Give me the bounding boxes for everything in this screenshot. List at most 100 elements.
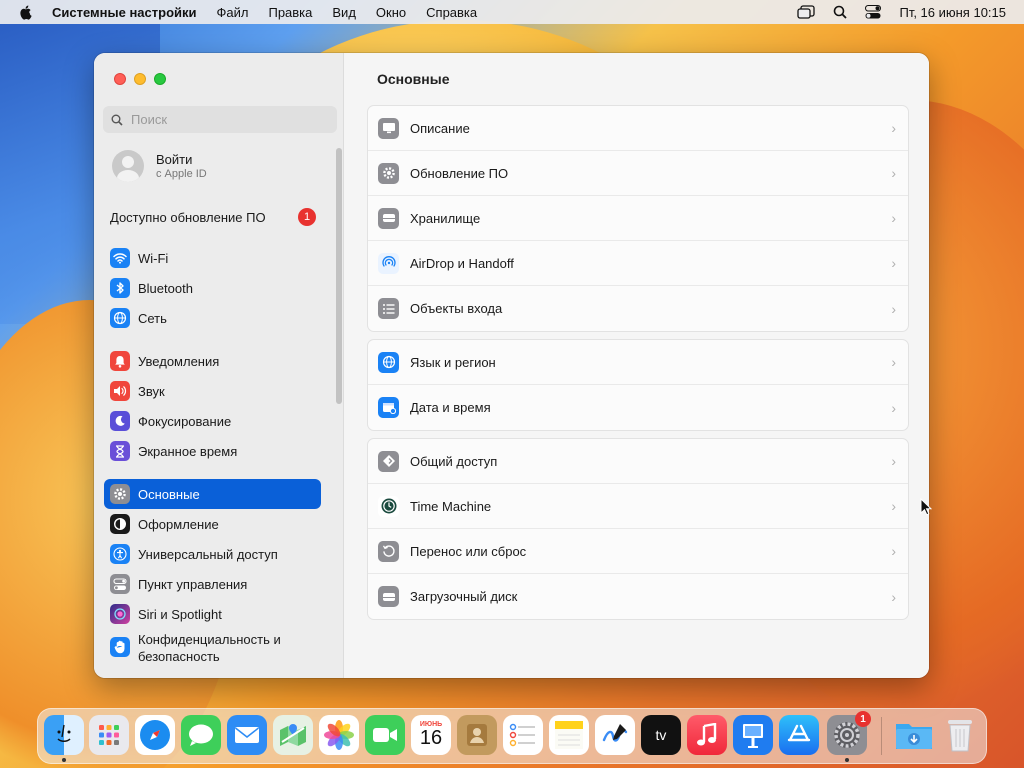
settings-group-about: Описание › Обновление ПО › Хранилище › A… xyxy=(367,105,909,332)
sidebar-item-bluetooth[interactable]: Bluetooth xyxy=(104,273,321,303)
apple-id-signin[interactable]: Войти с Apple ID xyxy=(112,150,207,182)
maps-icon[interactable] xyxy=(273,715,313,755)
search-field[interactable] xyxy=(103,106,337,133)
sidebar-item-screen-time[interactable]: Экранное время xyxy=(104,436,321,466)
row-label: Хранилище xyxy=(410,210,481,226)
system-settings-icon[interactable]: 1 xyxy=(827,711,871,755)
page-title: Основные xyxy=(377,71,450,87)
sidebar-item-notifications[interactable]: Уведомления xyxy=(104,346,321,376)
finder-icon[interactable] xyxy=(44,715,84,755)
menu-edit[interactable]: Правка xyxy=(268,5,312,20)
settings-window: Войти с Apple ID Доступно обновление ПО … xyxy=(94,53,929,678)
sidebar-item-label: Основные xyxy=(138,486,200,502)
row-language-region[interactable]: Язык и регион › xyxy=(368,340,908,385)
menu-file[interactable]: Файл xyxy=(217,5,249,20)
sidebar-item-label: Оформление xyxy=(138,516,219,532)
row-software-update[interactable]: Обновление ПО › xyxy=(368,151,908,196)
sidebar-item-label: Wi-Fi xyxy=(138,250,169,266)
contacts-icon[interactable] xyxy=(457,715,497,755)
search-icon xyxy=(111,114,123,126)
list-icon xyxy=(378,298,399,319)
row-time-machine[interactable]: Time Machine › xyxy=(368,484,908,529)
close-button[interactable] xyxy=(114,73,126,85)
dock: ИЮНЬ 16 tv 1 xyxy=(37,708,987,764)
row-label: AirDrop и Handoff xyxy=(410,255,514,271)
bell-icon xyxy=(110,351,130,371)
minimize-button[interactable] xyxy=(134,73,146,85)
menu-help[interactable]: Справка xyxy=(426,5,477,20)
gear-icon xyxy=(110,484,130,504)
photos-icon[interactable] xyxy=(319,715,359,755)
keynote-icon[interactable] xyxy=(733,715,773,755)
messages-icon[interactable] xyxy=(181,715,221,755)
row-label: Загрузочный диск xyxy=(410,589,518,604)
apple-tv-icon[interactable]: tv xyxy=(641,715,681,755)
sidebar-item-wifi[interactable]: Wi-Fi xyxy=(104,243,321,273)
apple-menu-icon[interactable] xyxy=(18,4,34,20)
sidebar-item-appearance[interactable]: Оформление xyxy=(104,509,321,539)
hand-icon xyxy=(110,637,130,657)
sidebar-item-sound[interactable]: Звук xyxy=(104,376,321,406)
facetime-icon[interactable] xyxy=(365,715,405,755)
chevron-right-icon: › xyxy=(891,543,896,559)
avatar xyxy=(112,150,144,182)
siri-icon xyxy=(110,604,130,624)
row-storage[interactable]: Хранилище › xyxy=(368,196,908,241)
chevron-right-icon: › xyxy=(891,210,896,226)
sidebar-item-network[interactable]: Сеть xyxy=(104,303,321,333)
row-label: Перенос или сброс xyxy=(410,543,527,559)
menu-app-name[interactable]: Системные настройки xyxy=(52,5,197,20)
sidebar-item-siri-spotlight[interactable]: Siri и Spotlight xyxy=(104,599,321,629)
zoom-button[interactable] xyxy=(154,73,166,85)
menu-window[interactable]: Окно xyxy=(376,5,406,20)
calendar-icon[interactable]: ИЮНЬ 16 xyxy=(411,715,451,755)
sidebar-item-control-center[interactable]: Пункт управления xyxy=(104,569,321,599)
row-transfer-reset[interactable]: Перенос или сброс › xyxy=(368,529,908,574)
sidebar-item-label: Экранное время xyxy=(138,443,238,459)
software-update-available[interactable]: Доступно обновление ПО 1 xyxy=(110,208,316,226)
launchpad-icon[interactable] xyxy=(89,715,129,755)
menu-clock[interactable]: Пт, 16 июня 10:15 xyxy=(899,5,1006,20)
sidebar-item-label: Bluetooth xyxy=(138,280,193,296)
chevron-right-icon: › xyxy=(891,399,896,416)
chevron-right-icon: › xyxy=(891,588,896,605)
row-about[interactable]: Описание › xyxy=(368,106,908,151)
control-center-icon[interactable] xyxy=(865,5,882,19)
notes-icon[interactable] xyxy=(549,715,589,755)
row-login-items[interactable]: Объекты входа › xyxy=(368,286,908,331)
speaker-icon xyxy=(110,381,130,401)
window-controls xyxy=(114,73,166,85)
menu-view[interactable]: Вид xyxy=(332,5,356,20)
sidebar-scrollbar[interactable] xyxy=(336,148,342,404)
music-icon[interactable] xyxy=(687,715,727,755)
freeform-icon[interactable] xyxy=(595,715,635,755)
row-date-time[interactable]: Дата и время › xyxy=(368,385,908,430)
signin-label: Войти xyxy=(156,152,193,167)
stage-manager-icon[interactable] xyxy=(797,5,816,19)
sidebar-item-label: Пункт управления xyxy=(138,576,248,592)
mail-icon[interactable] xyxy=(227,715,267,755)
hourglass-icon xyxy=(110,441,130,461)
sidebar-item-general[interactable]: Основные xyxy=(104,479,321,509)
row-sharing[interactable]: Общий доступ › xyxy=(368,439,908,484)
search-input[interactable] xyxy=(131,112,321,127)
downloads-folder-icon[interactable] xyxy=(894,715,934,755)
spotlight-search-icon[interactable] xyxy=(833,5,848,19)
display-icon xyxy=(378,117,399,139)
safari-icon[interactable] xyxy=(135,715,175,755)
trash-icon[interactable] xyxy=(940,715,980,755)
sharing-icon xyxy=(378,450,399,472)
gear-icon xyxy=(378,162,399,184)
sidebar-item-focus[interactable]: Фокусирование xyxy=(104,406,321,436)
row-startup-disk[interactable]: Загрузочный диск › xyxy=(368,574,908,619)
row-airdrop-handoff[interactable]: AirDrop и Handoff › xyxy=(368,241,908,286)
chevron-right-icon: › xyxy=(891,165,896,181)
reminders-icon[interactable] xyxy=(503,715,543,755)
dock-separator xyxy=(881,717,882,755)
update-label: Доступно обновление ПО xyxy=(110,209,266,225)
sidebar-item-privacy-security[interactable]: Конфиденциальность и безопасность xyxy=(104,631,321,667)
menu-bar: Системные настройки Файл Правка Вид Окно… xyxy=(0,0,1024,24)
sidebar-item-accessibility[interactable]: Универсальный доступ xyxy=(104,539,321,569)
chevron-right-icon: › xyxy=(891,120,896,136)
app-store-icon[interactable] xyxy=(779,715,819,755)
